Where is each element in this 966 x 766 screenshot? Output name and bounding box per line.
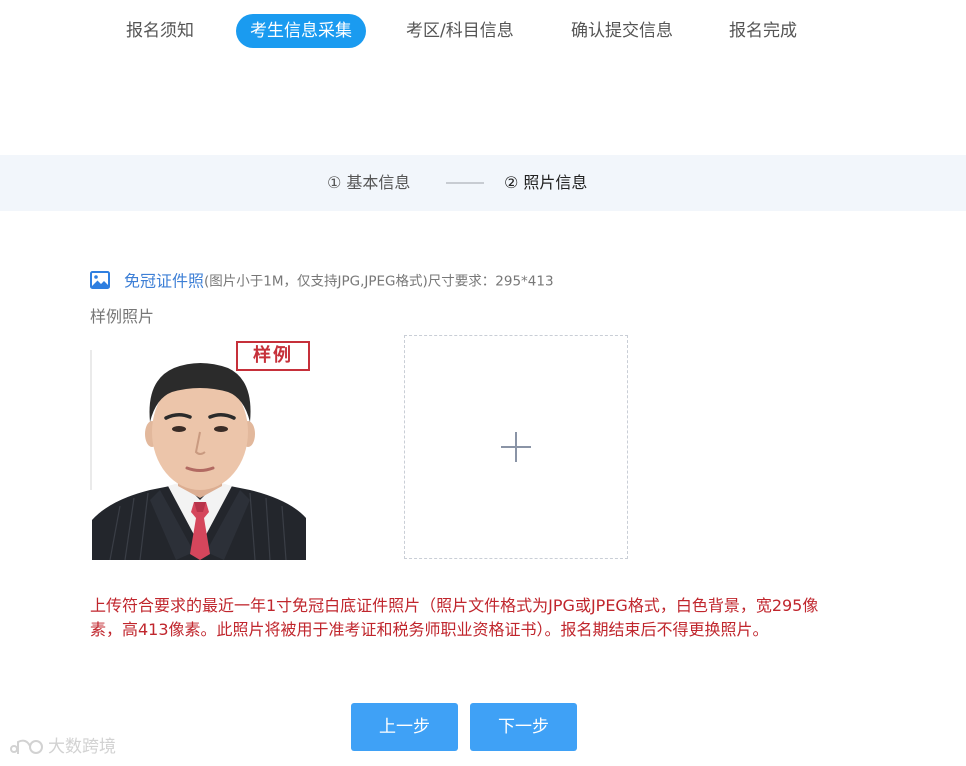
- sample-photo-label: 样例照片: [90, 307, 155, 326]
- step-registration-notice[interactable]: 报名须知: [126, 14, 194, 48]
- sample-stamp: 样例: [236, 341, 310, 371]
- photo-notice: 上传符合要求的最近一年1寸免冠白底证件照片（照片文件格式为JPG或JPEG格式，…: [90, 596, 819, 639]
- photo-requirement-text: (图片小于1M，仅支持JPG,JPEG格式)尺寸要求：295*413: [204, 273, 554, 290]
- image-icon: [90, 270, 110, 289]
- photo-section-title: 免冠证件照(图片小于1M，仅支持JPG,JPEG格式)尺寸要求：295*413: [90, 268, 554, 294]
- top-step-nav: 报名须知 考生信息采集 考区/科目信息 确认提交信息 报名完成: [0, 12, 966, 52]
- photo-title-label: 免冠证件照: [124, 271, 205, 291]
- substep-photo-info[interactable]: ② 照片信息: [504, 172, 587, 194]
- sub-step-bar: ① 基本信息 ② 照片信息: [0, 155, 966, 211]
- next-step-button[interactable]: 下一步: [470, 703, 577, 751]
- substep-basic-info[interactable]: ① 基本信息: [327, 172, 410, 194]
- photo-upload-box[interactable]: [404, 335, 628, 559]
- step-candidate-info[interactable]: 考生信息采集: [236, 14, 366, 48]
- plus-icon: [501, 432, 531, 462]
- step-confirm-submit[interactable]: 确认提交信息: [571, 14, 673, 48]
- page: 报名须知 考生信息采集 考区/科目信息 确认提交信息 报名完成 ① 基本信息 ②…: [0, 0, 966, 766]
- watermark-text: 大数跨境: [48, 737, 116, 757]
- brand-logo-icon: [8, 736, 44, 758]
- watermark: 大数跨境: [8, 734, 116, 760]
- step-registration-complete[interactable]: 报名完成: [729, 14, 797, 48]
- sample-photo: [90, 340, 312, 560]
- substep-divider: [446, 182, 484, 184]
- step-exam-area-subjects[interactable]: 考区/科目信息: [406, 14, 514, 48]
- prev-step-button[interactable]: 上一步: [351, 703, 458, 751]
